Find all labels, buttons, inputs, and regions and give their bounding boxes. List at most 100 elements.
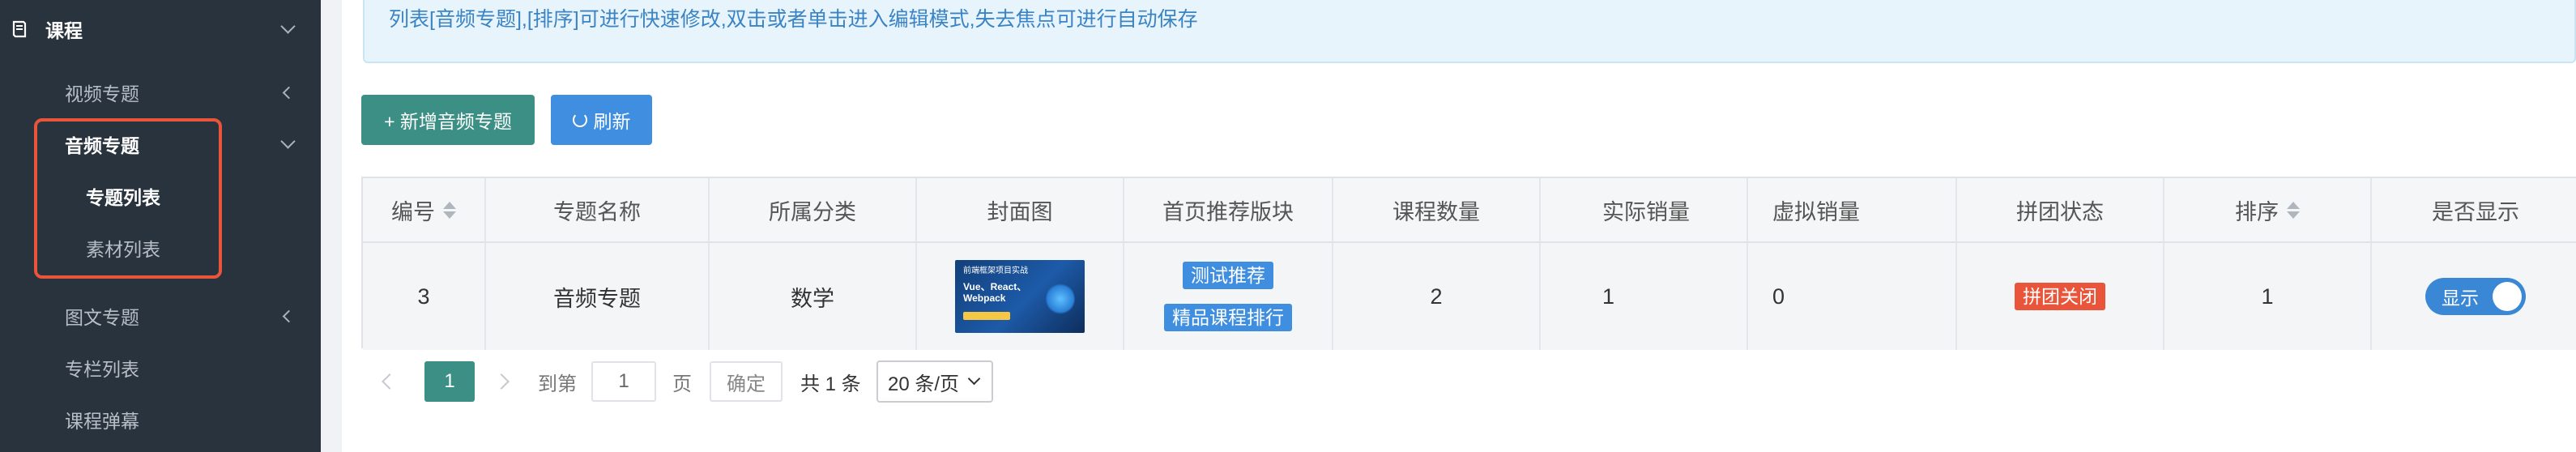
sidebar-item-label: 课程弹幕 [65,411,139,432]
cell-group-status: 拼团关闭 [1957,243,2164,350]
cover-image[interactable]: 前端框架项目实战 Vue、React、Webpack [955,260,1085,333]
cell-display: 显示 [2372,243,2576,350]
total-wrap: 共 1 条 [800,360,861,403]
cell-actual-sales: 1 [1541,243,1748,350]
header-label: 虚拟销量 [1772,199,1860,224]
page-suffix: 页 [672,373,692,395]
goto-label-wrap: 到第 [538,360,577,403]
sidebar-item-column-list[interactable]: 专栏列表 [0,353,321,382]
sidebar-item-label: 图文专题 [65,307,139,328]
header-label: 专题名称 [553,199,641,224]
header-cover: 封面图 [917,178,1124,241]
header-label: 排序 [2235,199,2279,224]
refresh-button-label: 刷新 [593,111,631,132]
header-label: 课程数量 [1392,199,1480,224]
prev-page-icon[interactable] [382,373,398,390]
cell-text: 1 [1602,284,1615,309]
page-size-select[interactable]: 20 条/页 [876,360,993,403]
sort-icon[interactable] [443,201,456,219]
sidebar-item-video-topic[interactable]: 视频专题 [0,78,321,107]
cell-text: 2 [1430,284,1443,309]
header-id[interactable]: 编号 [363,178,486,241]
cell-text: 1 [2261,284,2274,309]
sidebar-section-label: 课程 [45,20,83,41]
highlight-annotation-box [34,118,222,279]
cover-graphic [1046,283,1075,315]
sidebar-item-article-topic[interactable]: 图文专题 [0,301,321,330]
pagination [382,360,398,403]
add-audio-topic-button[interactable]: + 新增音频专题 [361,95,535,145]
chevron-left-icon [282,86,296,100]
header-label: 所属分类 [769,199,856,224]
chevron-down-icon [967,372,981,386]
table-header-row: 编号 专题名称 所属分类 封面图 首页推荐版块 课程数量 实际销量 虚拟销量 拼… [363,178,2576,243]
pagination-current-wrap: 1 [424,360,475,403]
page-size-value: 20 条/页 [888,373,960,395]
cell-category: 数学 [710,243,917,350]
header-recommend: 首页推荐版块 [1124,178,1333,241]
group-status-badge: 拼团关闭 [2015,283,2105,310]
toggle-knob [2493,282,2522,311]
topic-table: 编号 专题名称 所属分类 封面图 首页推荐版块 课程数量 实际销量 虚拟销量 拼… [361,177,2576,350]
header-label: 封面图 [987,199,1053,224]
header-actual-sales: 实际销量 [1541,178,1748,241]
page-suffix-wrap: 页 [672,360,692,403]
display-toggle[interactable]: 显示 [2425,278,2526,315]
recommend-tag: 测试推荐 [1183,262,1273,289]
chevron-down-icon [280,134,296,149]
chevron-left-icon [282,309,296,323]
add-button-label: + 新增音频专题 [384,111,512,132]
cell-name[interactable]: 音频专题 [486,243,710,350]
header-display: 是否显示 [2372,178,2576,241]
confirm-wrap: 确定 [710,360,783,403]
cell-virtual-sales: 0 [1748,243,1957,350]
sort-icon[interactable] [2287,201,2300,219]
sidebar-section-course[interactable]: 课程 [0,15,321,44]
cell-sort[interactable]: 1 [2164,243,2372,350]
goto-label: 到第 [538,373,577,395]
table-row: 3 音频专题 数学 前端框架项目实战 Vue、React、Webpack 测试推… [363,243,2576,350]
header-label: 编号 [391,199,435,224]
cell-text: 音频专题 [553,286,641,311]
total-count: 共 1 条 [800,373,861,395]
cover-badge [963,312,1010,320]
chevron-down-icon [280,19,296,34]
page-input[interactable]: 1 [591,361,656,402]
sidebar-item-label: 视频专题 [65,83,139,104]
header-label: 首页推荐版块 [1162,199,1294,224]
cell-course-count: 2 [1333,243,1541,350]
book-icon [12,20,27,38]
cover-subtitle: 前端框架项目实战 [963,267,1028,275]
header-label: 实际销量 [1602,199,1690,224]
cover-title: Vue、React、Webpack [963,281,1027,304]
page-input-wrap: 1 [591,360,656,403]
header-name: 专题名称 [486,178,710,241]
cell-text: 数学 [791,286,834,311]
header-label: 拼团状态 [2016,199,2104,224]
goto-confirm-button[interactable]: 确定 [710,361,783,402]
header-label: 是否显示 [2432,199,2519,224]
cell-text: 0 [1772,284,1785,309]
sidebar-item-course-danmaku[interactable]: 课程弹幕 [0,405,321,434]
pagination-next-wrap [493,360,510,403]
header-course-count: 课程数量 [1333,178,1541,241]
toggle-label: 显示 [2442,288,2479,309]
header-group-status: 拼团状态 [1957,178,2164,241]
cell-recommend: 测试推荐 精品课程排行 [1124,243,1333,350]
info-notice: 列表[音频专题],[排序]可进行快速修改,双击或者单击进入编辑模式,失去焦点可进… [363,0,2576,63]
header-sort[interactable]: 排序 [2164,178,2372,241]
recommend-tag: 精品课程排行 [1164,304,1292,331]
cell-id: 3 [363,243,486,350]
sidebar-item-label: 专栏列表 [65,359,139,380]
content-gutter [321,0,342,452]
cell-text: 3 [417,284,430,309]
cell-cover: 前端框架项目实战 Vue、React、Webpack [917,243,1124,350]
next-page-icon[interactable] [493,373,510,390]
refresh-button[interactable]: 刷新 [551,95,652,145]
notice-text: 列表[音频专题],[排序]可进行快速修改,双击或者单击进入编辑模式,失去焦点可进… [389,8,1198,31]
page-1-button[interactable]: 1 [424,361,475,402]
refresh-icon [572,113,587,127]
header-virtual-sales: 虚拟销量 [1748,178,1957,241]
sidebar: 课程 视频专题 音频专题 专题列表 素材列表 图文专题 专栏列表 课程弹幕 [0,0,321,452]
header-category: 所属分类 [710,178,917,241]
